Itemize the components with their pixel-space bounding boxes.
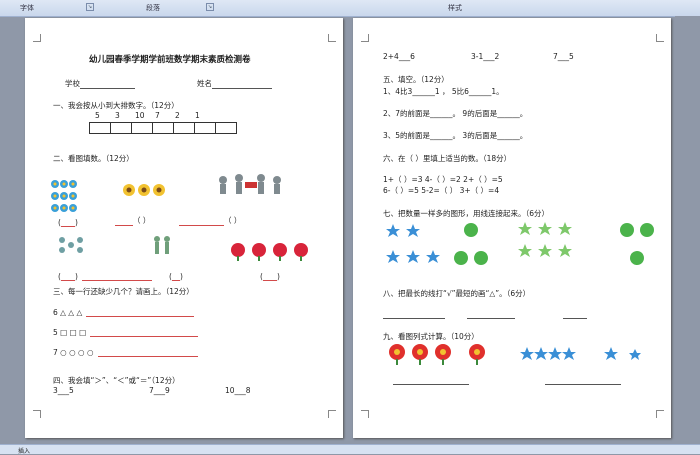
font-group-label: 字体 — [20, 4, 34, 12]
question-1: 一、我会按从小到大排数字。（12分） — [53, 101, 179, 110]
q3-row-circles[interactable]: 7 ○ ○ ○ ○ — [53, 348, 198, 357]
question-6: 六、在（ ）里填上适当的数。（18分） — [383, 154, 512, 163]
name-blank — [212, 81, 272, 89]
q2-blank-1[interactable]: () — [58, 218, 78, 227]
q4-item-2[interactable]: 7___9 — [149, 386, 170, 395]
crop-mark — [328, 410, 336, 418]
q5-line-3[interactable]: 3、5的前面是______。 3的后面是______。 — [383, 130, 527, 141]
font-dialog-launcher-icon[interactable]: ↘ — [86, 3, 94, 11]
document-page-1[interactable]: 幼儿园春季学期学前班数学期末素质检测卷 学校 姓名 一、我会按从小到大排数字。（… — [25, 18, 343, 438]
crop-mark — [33, 410, 41, 418]
insert-mode-indicator[interactable]: 插入 — [18, 446, 30, 455]
figures-group-image — [219, 174, 281, 194]
ribbon-bar: 字体 ↘ 段落 ↘ 样式 — [0, 0, 700, 17]
q9-answer-right[interactable] — [545, 376, 621, 385]
red-flowers-image — [389, 344, 485, 365]
paragraph-group-label: 段落 — [146, 4, 160, 12]
sunflowers-image — [123, 184, 165, 196]
q1-answer-boxes[interactable] — [89, 122, 237, 136]
q8-line-long[interactable] — [383, 310, 445, 319]
q2-blank-3[interactable]: （ ） — [179, 215, 241, 226]
school-blank — [80, 81, 135, 89]
crop-mark — [33, 34, 41, 42]
document-title: 幼儿园春季学期学前班数学期末素质检测卷 — [89, 55, 251, 65]
compare-item-3[interactable]: 7___5 — [553, 52, 574, 61]
styles-group-label: 样式 — [448, 4, 462, 12]
question-3: 三、每一行还缺少几个？请画上。（12分） — [53, 287, 194, 296]
matching-shapes-image — [386, 222, 654, 265]
q3-row-triangles[interactable]: 6 △ △ △ — [53, 308, 195, 317]
flower-pots-image — [51, 180, 77, 212]
q4-item-1[interactable]: 3___5 — [53, 386, 74, 395]
q2-blank-4[interactable]: () — [58, 272, 152, 281]
name-label: 姓名 — [197, 79, 212, 88]
compare-item-1[interactable]: 2+4___6 — [383, 52, 415, 61]
q6-line-2[interactable]: 6-（ ）=5 5-2=（ ） 3+（ ）=4 — [383, 185, 499, 196]
q3-row-squares[interactable]: 5 □ □ □ — [53, 328, 199, 337]
crop-mark — [656, 410, 664, 418]
question-7: 七、把数量一样多的图形，用线连接起来。（6分） — [383, 209, 550, 218]
q2-blank-5[interactable]: () — [169, 272, 183, 281]
question-4: 四、我会填“＞”、“＜”或“＝”（12分） — [53, 376, 180, 385]
q5-line-2[interactable]: 2、7的前面是______。 9的后面是______。 — [383, 108, 527, 119]
crop-mark — [656, 34, 664, 42]
question-9: 九、看图列式计算。（10分） — [383, 332, 479, 341]
crop-mark — [361, 410, 369, 418]
paragraph-dialog-launcher-icon[interactable]: ↘ — [206, 3, 214, 11]
q9-answer-left[interactable] — [393, 376, 469, 385]
compare-item-2[interactable]: 3-1___2 — [471, 52, 499, 61]
q2-blank-2[interactable]: （ ） — [115, 215, 150, 226]
q1-numbers: 5 3 10 7 2 1 — [95, 111, 200, 120]
figures-circle-image — [59, 237, 83, 253]
question-5: 五、填空。（12分） — [383, 75, 449, 84]
question-8: 八、把最长的线打“√”最短的画“△”。（6分） — [383, 289, 531, 298]
question-2: 二、看图填数。（12分） — [53, 154, 134, 163]
figures-pair-image — [154, 236, 170, 254]
q4-item-3[interactable]: 10___8 — [225, 386, 251, 395]
q8-line-short[interactable] — [563, 310, 587, 319]
workspace-margin — [675, 16, 700, 444]
q6-line-1[interactable]: 1+（ ）=3 4-（ ）=2 2+（ ）=5 — [383, 174, 503, 185]
blue-stars-image — [520, 347, 641, 360]
roses-image — [231, 243, 308, 261]
crop-mark — [361, 34, 369, 42]
crop-mark — [328, 34, 336, 42]
q2-blank-6[interactable]: () — [260, 272, 280, 281]
document-page-2[interactable]: 2+4___6 3-1___2 7___5 五、填空。（12分） 1、4比3__… — [353, 18, 671, 438]
q5-line-1[interactable]: 1、4比3______1 ， 5比6______1。 — [383, 86, 504, 97]
q8-line-mid[interactable] — [467, 310, 515, 319]
school-label: 学校 — [65, 79, 80, 88]
